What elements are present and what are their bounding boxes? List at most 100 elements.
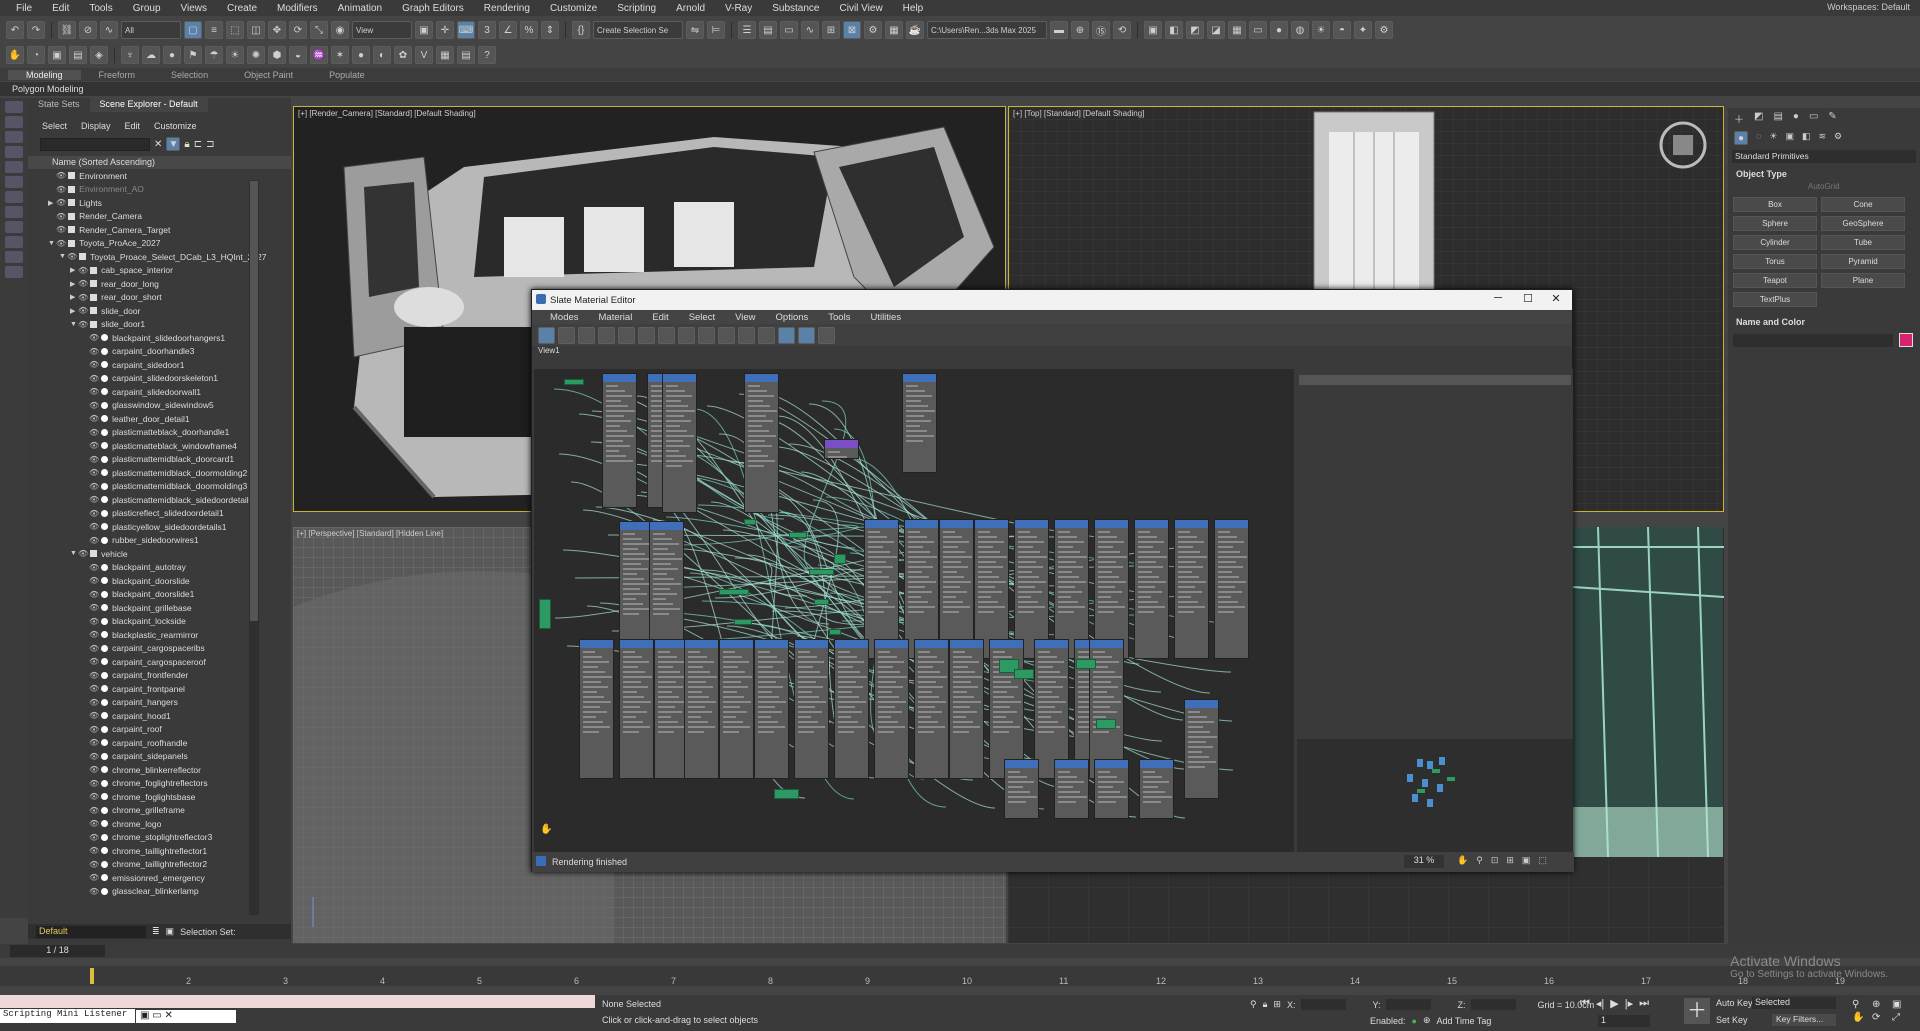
material-node[interactable] — [902, 373, 937, 473]
expand-toggle-icon[interactable]: ▼ — [70, 550, 78, 557]
material-node[interactable] — [619, 639, 654, 779]
autogrid-checkbox[interactable]: AutoGrid — [1728, 182, 1920, 191]
material-node[interactable] — [834, 639, 869, 779]
visibility-eye-icon[interactable]: 👁︎ — [89, 401, 99, 410]
name-color-title[interactable]: Name and Color — [1728, 317, 1920, 327]
material-node[interactable] — [1094, 759, 1129, 819]
visibility-eye-icon[interactable]: 👁︎ — [89, 819, 99, 828]
render-production-icon[interactable]: ☕ — [906, 21, 924, 39]
listener-window-controls[interactable]: ▣ ▭ ✕ — [136, 1010, 236, 1023]
expand-toggle-icon[interactable]: ▶ — [70, 293, 78, 301]
menu-modifiers[interactable]: Modifiers — [267, 3, 328, 14]
visibility-eye-icon[interactable]: 👁︎ — [56, 239, 66, 248]
arnold-ipr-icon[interactable]: ◔ — [27, 46, 45, 64]
material-node[interactable] — [1139, 759, 1174, 819]
visibility-eye-icon[interactable]: 👁︎ — [56, 212, 66, 221]
vray-ball-icon[interactable]: ● — [352, 46, 370, 64]
visibility-eye-icon[interactable]: 👁︎ — [89, 765, 99, 774]
goto-start-icon[interactable]: ⏮ — [1580, 997, 1590, 1010]
vray-fur-2-icon[interactable]: ♒ — [310, 46, 328, 64]
pan-icon[interactable]: ✋ — [1852, 1012, 1870, 1023]
link-icon[interactable]: ⛓ — [58, 21, 76, 39]
unlink-icon[interactable]: ⊘ — [79, 21, 97, 39]
absolute-mode-icon[interactable]: ⊞ — [1273, 999, 1281, 1010]
visibility-eye-icon[interactable]: 👁︎ — [78, 549, 88, 558]
angle-snap-icon[interactable]: ∠ — [499, 21, 517, 39]
visibility-eye-icon[interactable]: 👁︎ — [89, 536, 99, 545]
se-menu-edit[interactable]: Edit — [125, 121, 141, 131]
material-node[interactable] — [744, 373, 779, 513]
material-node[interactable] — [602, 373, 637, 508]
undo-history-icon[interactable]: ⑮ — [1092, 21, 1110, 39]
material-node[interactable] — [1184, 699, 1219, 799]
maximize-icon[interactable]: ☐ — [1514, 292, 1542, 308]
vray-plane-icon[interactable]: ▭ — [1249, 21, 1267, 39]
layer-dropdown[interactable]: Default — [36, 925, 146, 938]
sme-show-map-icon[interactable] — [678, 326, 695, 344]
create-tube-button[interactable]: Tube — [1821, 235, 1905, 250]
minimize-icon[interactable]: ─ — [1484, 292, 1512, 308]
visibility-eye-icon[interactable]: 👁︎ — [78, 293, 88, 302]
visibility-eye-icon[interactable]: 👁︎ — [89, 833, 99, 842]
visibility-eye-icon[interactable]: 👁︎ — [89, 846, 99, 855]
zoom-icon[interactable]: ⚲ — [1852, 999, 1870, 1010]
material-node[interactable] — [1054, 519, 1089, 659]
ribbon-tab-freeform[interactable]: Freeform — [81, 70, 154, 80]
se-menu-select[interactable]: Select — [42, 121, 67, 131]
visibility-eye-icon[interactable]: 👁︎ — [56, 198, 66, 207]
vray-v-icon[interactable]: V — [415, 46, 433, 64]
menu-views[interactable]: Views — [171, 3, 218, 14]
key-filters-button[interactable]: Key Filters... — [1772, 1014, 1836, 1026]
expand-toggle-icon[interactable]: ▼ — [59, 253, 67, 260]
rect-selection-icon[interactable]: ⬚ — [226, 21, 244, 39]
material-node[interactable] — [949, 639, 984, 779]
prev-frame-icon[interactable]: ◂| — [1596, 997, 1604, 1010]
key-mode-dropdown[interactable]: Selected — [1752, 997, 1836, 1009]
vray-sun-icon[interactable]: ☀ — [1312, 21, 1330, 39]
create-box-button[interactable]: Box — [1733, 197, 1817, 212]
se-column-header[interactable]: Name (Sorted Ascending) — [28, 156, 291, 169]
ribbon-tab-selection[interactable]: Selection — [153, 70, 226, 80]
spacewarps-icon[interactable]: ≋ — [1818, 131, 1826, 145]
clear-search-icon[interactable]: ✕ — [154, 139, 162, 150]
sme-show-bg-icon[interactable] — [698, 326, 715, 344]
add-time-tag[interactable]: Add Time Tag — [1437, 1016, 1492, 1026]
tab-state-sets[interactable]: State Sets — [28, 98, 90, 112]
visibility-eye-icon[interactable]: 👁︎ — [89, 617, 99, 626]
visibility-eye-icon[interactable]: 👁︎ — [89, 509, 99, 518]
placement-icon[interactable]: ◉ — [331, 21, 349, 39]
material-editor-icon[interactable]: ⊠ — [843, 21, 861, 39]
visibility-eye-icon[interactable]: 👁︎ — [56, 185, 66, 194]
lights-icon[interactable]: ☀ — [1769, 131, 1777, 145]
sme-menu-modes[interactable]: Modes — [540, 312, 589, 323]
render-setup-icon[interactable]: ⚙ — [864, 21, 882, 39]
visibility-eye-icon[interactable]: 👁︎ — [89, 887, 99, 896]
mirror-icon[interactable]: ⇋ — [686, 21, 704, 39]
arnold-render-icon[interactable]: ✋ — [6, 46, 24, 64]
visibility-eye-icon[interactable]: 👁︎ — [89, 684, 99, 693]
sme-zoom-extents-icon[interactable]: ⊞ — [1506, 855, 1514, 866]
sme-menu-options[interactable]: Options — [766, 312, 819, 323]
visibility-eye-icon[interactable]: 👁︎ — [89, 711, 99, 720]
visibility-eye-icon[interactable]: 👁︎ — [89, 468, 99, 477]
filter-helpers-icon[interactable] — [5, 161, 23, 173]
toggle-ribbon-icon[interactable]: ▭ — [780, 21, 798, 39]
hierarchy-tab-icon[interactable]: ▤ — [1773, 111, 1782, 126]
vray-proxy-icon[interactable]: ◪ — [1207, 21, 1225, 39]
snap-toggle-2-icon[interactable]: ⊕ — [1071, 21, 1089, 39]
menu-substance[interactable]: Substance — [762, 3, 829, 14]
filter-xrefs-icon[interactable] — [5, 206, 23, 218]
visibility-eye-icon[interactable]: 👁︎ — [89, 806, 99, 815]
expand-toggle-icon[interactable]: ▶ — [70, 307, 78, 315]
sme-navigator-icon[interactable] — [798, 326, 815, 344]
schematic-view-icon[interactable]: ⊞ — [822, 21, 840, 39]
sme-layout-all-icon[interactable] — [738, 326, 755, 344]
project-folder-icon[interactable]: ▬ — [1050, 21, 1068, 39]
sme-material-parameter-icon[interactable] — [778, 326, 795, 344]
sme-layout-children-icon[interactable] — [758, 326, 775, 344]
time-slider[interactable]: 1 / 18 — [10, 945, 105, 957]
material-node[interactable] — [974, 519, 1009, 659]
sme-zoom-all-icon[interactable]: ⬚ — [1538, 855, 1547, 866]
project-path-dropdown[interactable]: C:\Users\Ren...3ds Max 2025 — [927, 21, 1047, 39]
visibility-eye-icon[interactable]: 👁︎ — [89, 522, 99, 531]
